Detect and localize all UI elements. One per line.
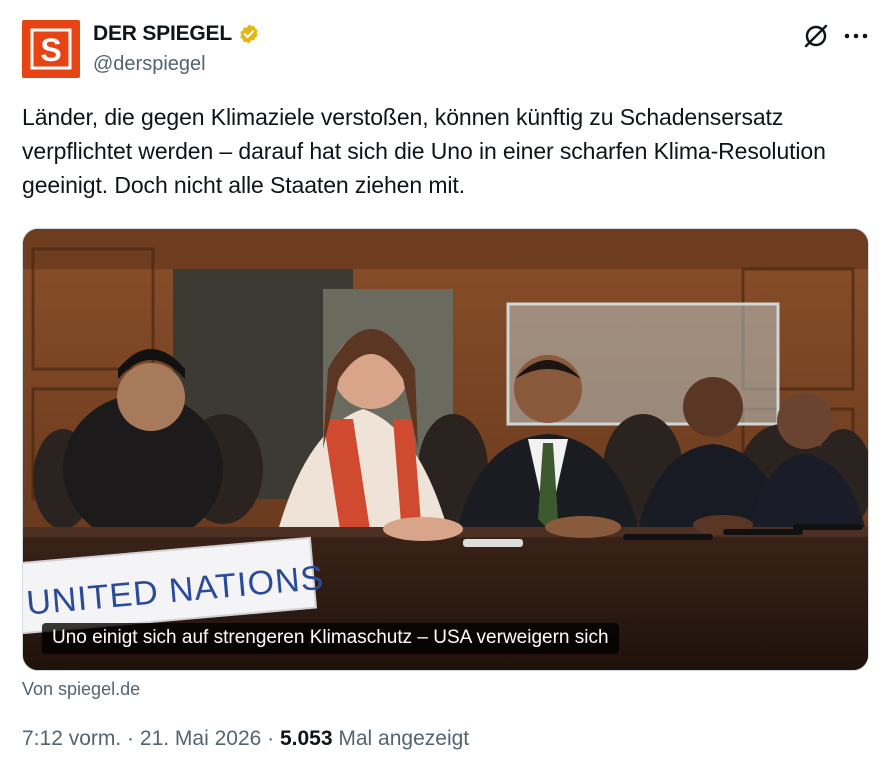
grok-button[interactable] [802, 22, 830, 50]
grok-icon [804, 24, 828, 48]
author-name-row[interactable]: DER SPIEGEL [93, 22, 260, 46]
tweet-meta: 7:12 vorm. · 21. Mai 2026 · 5.053 Mal an… [22, 727, 469, 751]
tweet-date[interactable]: 21. Mai 2026 [140, 727, 261, 750]
meta-separator: · [121, 727, 140, 750]
meta-separator: · [261, 727, 280, 750]
view-count-label: Mal angezeigt [332, 727, 470, 750]
view-count: 5.053 [279, 727, 333, 750]
link-card-source[interactable]: Von spiegel.de [22, 679, 140, 700]
more-icon [844, 33, 868, 39]
tweet-text: Länder, die gegen Klimaziele verstoßen, … [22, 104, 826, 198]
display-name[interactable]: DER SPIEGEL [93, 22, 232, 46]
verified-badge-icon [240, 24, 258, 44]
author-handle[interactable]: @derspiegel [93, 53, 206, 76]
more-button[interactable] [842, 22, 870, 50]
link-card-caption[interactable]: Uno einigt sich auf strengeren Klimaschu… [42, 623, 619, 654]
news-photo: UNITED NATIONS [23, 229, 868, 670]
spiegel-logo-icon: S [30, 28, 72, 70]
avatar-letter: S [40, 32, 61, 68]
link-card-image[interactable]: UNITED NATIONS Uno einigt sich auf stren… [22, 228, 869, 671]
avatar[interactable]: S [22, 20, 80, 78]
tweet-time[interactable]: 7:12 vorm. [22, 727, 121, 750]
